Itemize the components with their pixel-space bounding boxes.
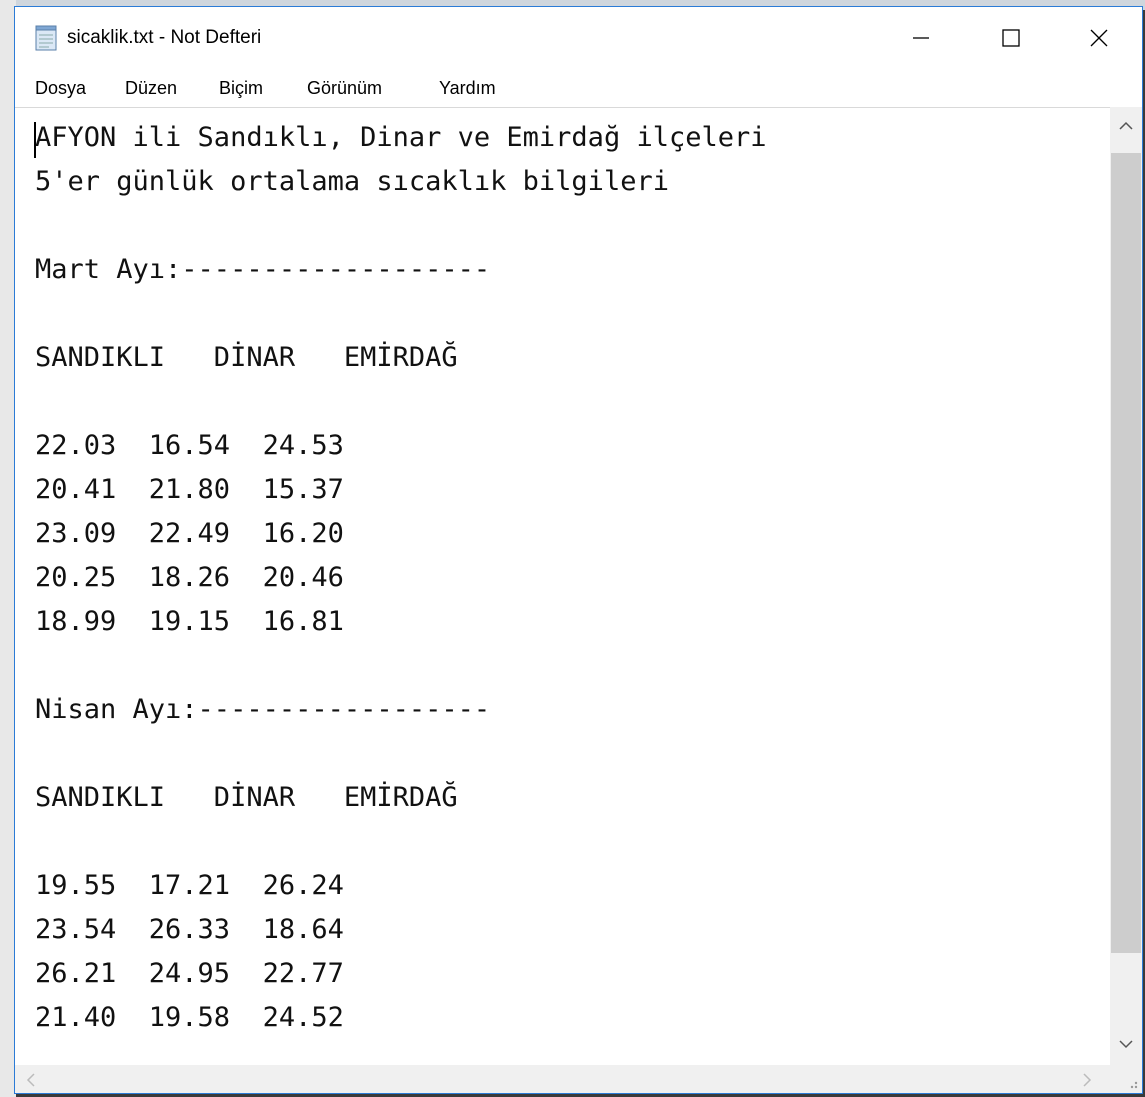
chevron-right-icon[interactable] [1081, 1072, 1093, 1092]
menu-format[interactable]: Biçim [219, 78, 263, 99]
chevron-down-icon[interactable] [1118, 1035, 1134, 1054]
chevron-up-icon[interactable] [1118, 117, 1134, 136]
close-button[interactable] [1056, 7, 1142, 69]
menu-edit[interactable]: Düzen [125, 78, 177, 99]
chevron-left-icon[interactable] [25, 1072, 37, 1092]
text-editor-area[interactable]: AFYON ili Sandıklı, Dinar ve Emirdağ ilç… [15, 107, 1110, 1066]
notepad-window: sicaklik.txt - Not Defteri Dosya Düzen B… [14, 6, 1143, 1094]
text-caret [34, 122, 36, 158]
notepad-icon[interactable] [35, 25, 57, 51]
menu-view[interactable]: Görünüm [307, 78, 382, 99]
vertical-scrollbar[interactable] [1110, 107, 1142, 1065]
menu-bar: Dosya Düzen Biçim Görünüm Yardım [15, 71, 1142, 107]
minimize-icon [913, 37, 929, 39]
window-title: sicaklik.txt - Not Defteri [67, 27, 262, 48]
close-icon [1090, 29, 1108, 47]
document-text[interactable]: AFYON ili Sandıklı, Dinar ve Emirdağ ilç… [35, 116, 767, 1040]
vertical-scroll-thumb[interactable] [1111, 153, 1141, 953]
title-bar[interactable]: sicaklik.txt - Not Defteri [15, 7, 1142, 69]
maximize-icon [1002, 29, 1020, 47]
resize-grip-icon[interactable] [1110, 1065, 1142, 1093]
menu-help[interactable]: Yardım [439, 78, 496, 99]
maximize-button[interactable] [966, 7, 1056, 69]
minimize-button[interactable] [876, 7, 966, 69]
menu-file[interactable]: Dosya [35, 78, 86, 99]
horizontal-scrollbar[interactable] [15, 1065, 1110, 1093]
